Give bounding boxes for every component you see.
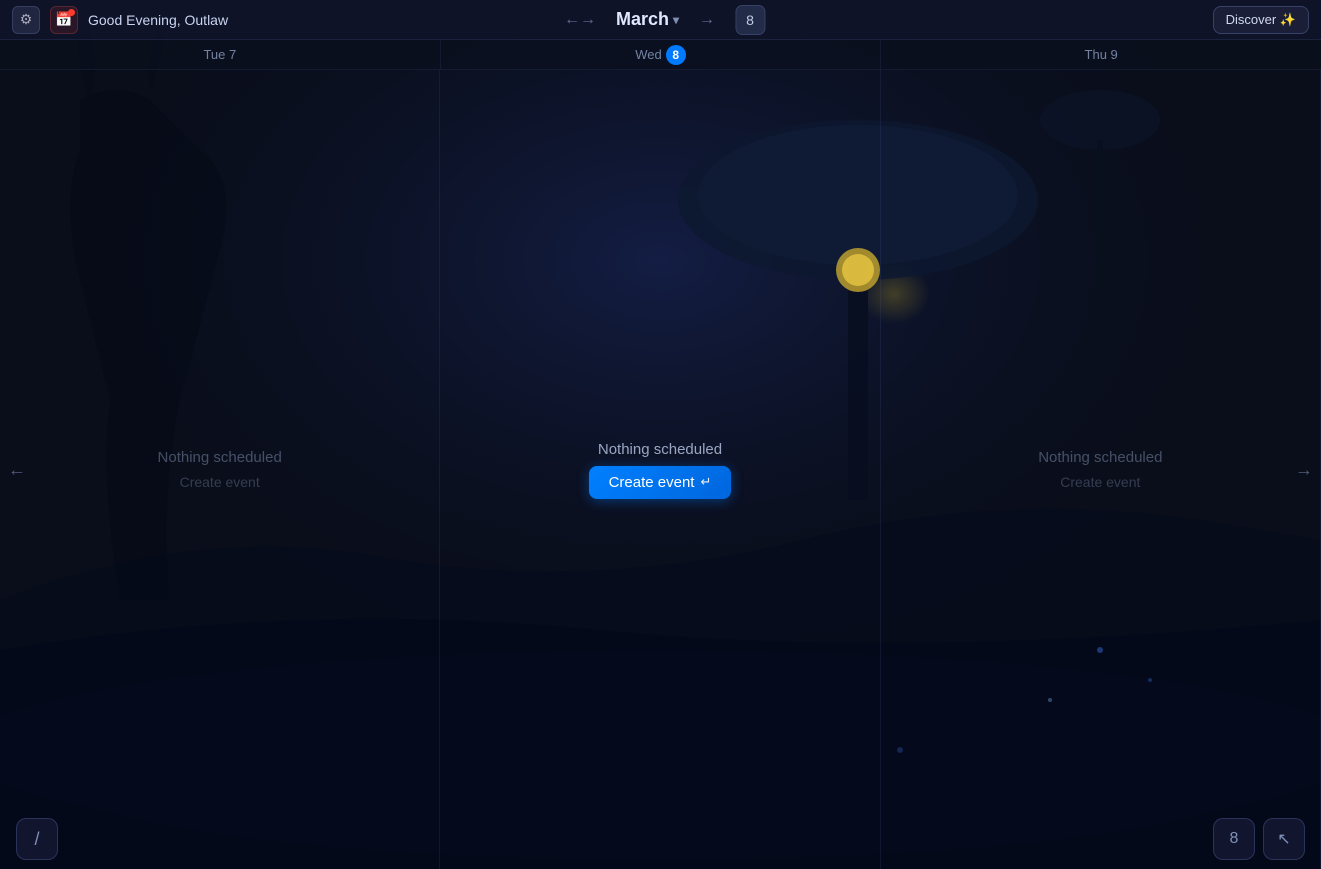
header: ⚙ 📅 Good Evening, Outlaw ←→ March ▾ → 8 … xyxy=(0,0,1321,40)
day-header-wed8: Wed 8 xyxy=(441,40,882,69)
notification-dot xyxy=(68,9,75,16)
day-column-tue7: Nothing scheduled Create event xyxy=(0,70,440,869)
day-column-wed8: Nothing scheduled Create event ↵ xyxy=(440,70,880,869)
slash-command-button[interactable]: / xyxy=(16,818,58,860)
side-nav-left-arrow[interactable]: ← xyxy=(8,459,26,480)
nothing-scheduled-thu9: Nothing scheduled xyxy=(1038,449,1162,466)
cursor-mode-button[interactable]: ↖ xyxy=(1263,818,1305,860)
discover-button[interactable]: Discover ✨ xyxy=(1213,6,1309,34)
header-left: ⚙ 📅 Good Evening, Outlaw xyxy=(12,6,228,34)
gear-icon: ⚙ xyxy=(20,11,33,28)
day-headers-row: Tue 7 Wed 8 Thu 9 xyxy=(0,40,1321,70)
chevron-down-icon: ▾ xyxy=(673,13,679,27)
cursor-icon: ↖ xyxy=(1277,829,1290,849)
create-event-link-thu9[interactable]: Create event xyxy=(1060,474,1140,490)
month-label: March xyxy=(616,9,669,30)
bottom-right-controls: 8 ↖ xyxy=(1213,818,1305,860)
create-event-label: Create event xyxy=(609,474,695,491)
settings-button[interactable]: ⚙ xyxy=(12,6,40,34)
calendar-main: ← Nothing scheduled Create event Nothing… xyxy=(0,70,1321,869)
today-badge: 8 xyxy=(666,45,686,65)
nothing-scheduled-wed8: Nothing scheduled xyxy=(598,441,722,458)
header-right: Discover ✨ xyxy=(1213,6,1309,34)
header-center: ←→ March ▾ → 8 xyxy=(556,5,765,35)
day-column-thu9: Nothing scheduled Create event xyxy=(881,70,1321,869)
greeting-text: Good Evening, Outlaw xyxy=(88,12,228,28)
calendar-app-button[interactable]: 📅 xyxy=(50,6,78,34)
prev-nav-arrow[interactable]: ←→ xyxy=(556,7,604,33)
current-day-badge: 8 xyxy=(735,5,765,35)
day-header-thu9: Thu 9 xyxy=(881,40,1321,69)
side-nav-right-arrow[interactable]: → xyxy=(1295,459,1313,480)
next-nav-arrow[interactable]: → xyxy=(691,7,723,33)
nothing-scheduled-tue7: Nothing scheduled xyxy=(158,449,282,466)
create-event-link-tue7[interactable]: Create event xyxy=(180,474,260,490)
return-icon: ↵ xyxy=(700,474,711,490)
today-number-button[interactable]: 8 xyxy=(1213,818,1255,860)
create-event-button[interactable]: Create event ↵ xyxy=(589,466,732,499)
day-header-tue7: Tue 7 xyxy=(0,40,441,69)
month-selector[interactable]: March ▾ xyxy=(616,9,679,30)
